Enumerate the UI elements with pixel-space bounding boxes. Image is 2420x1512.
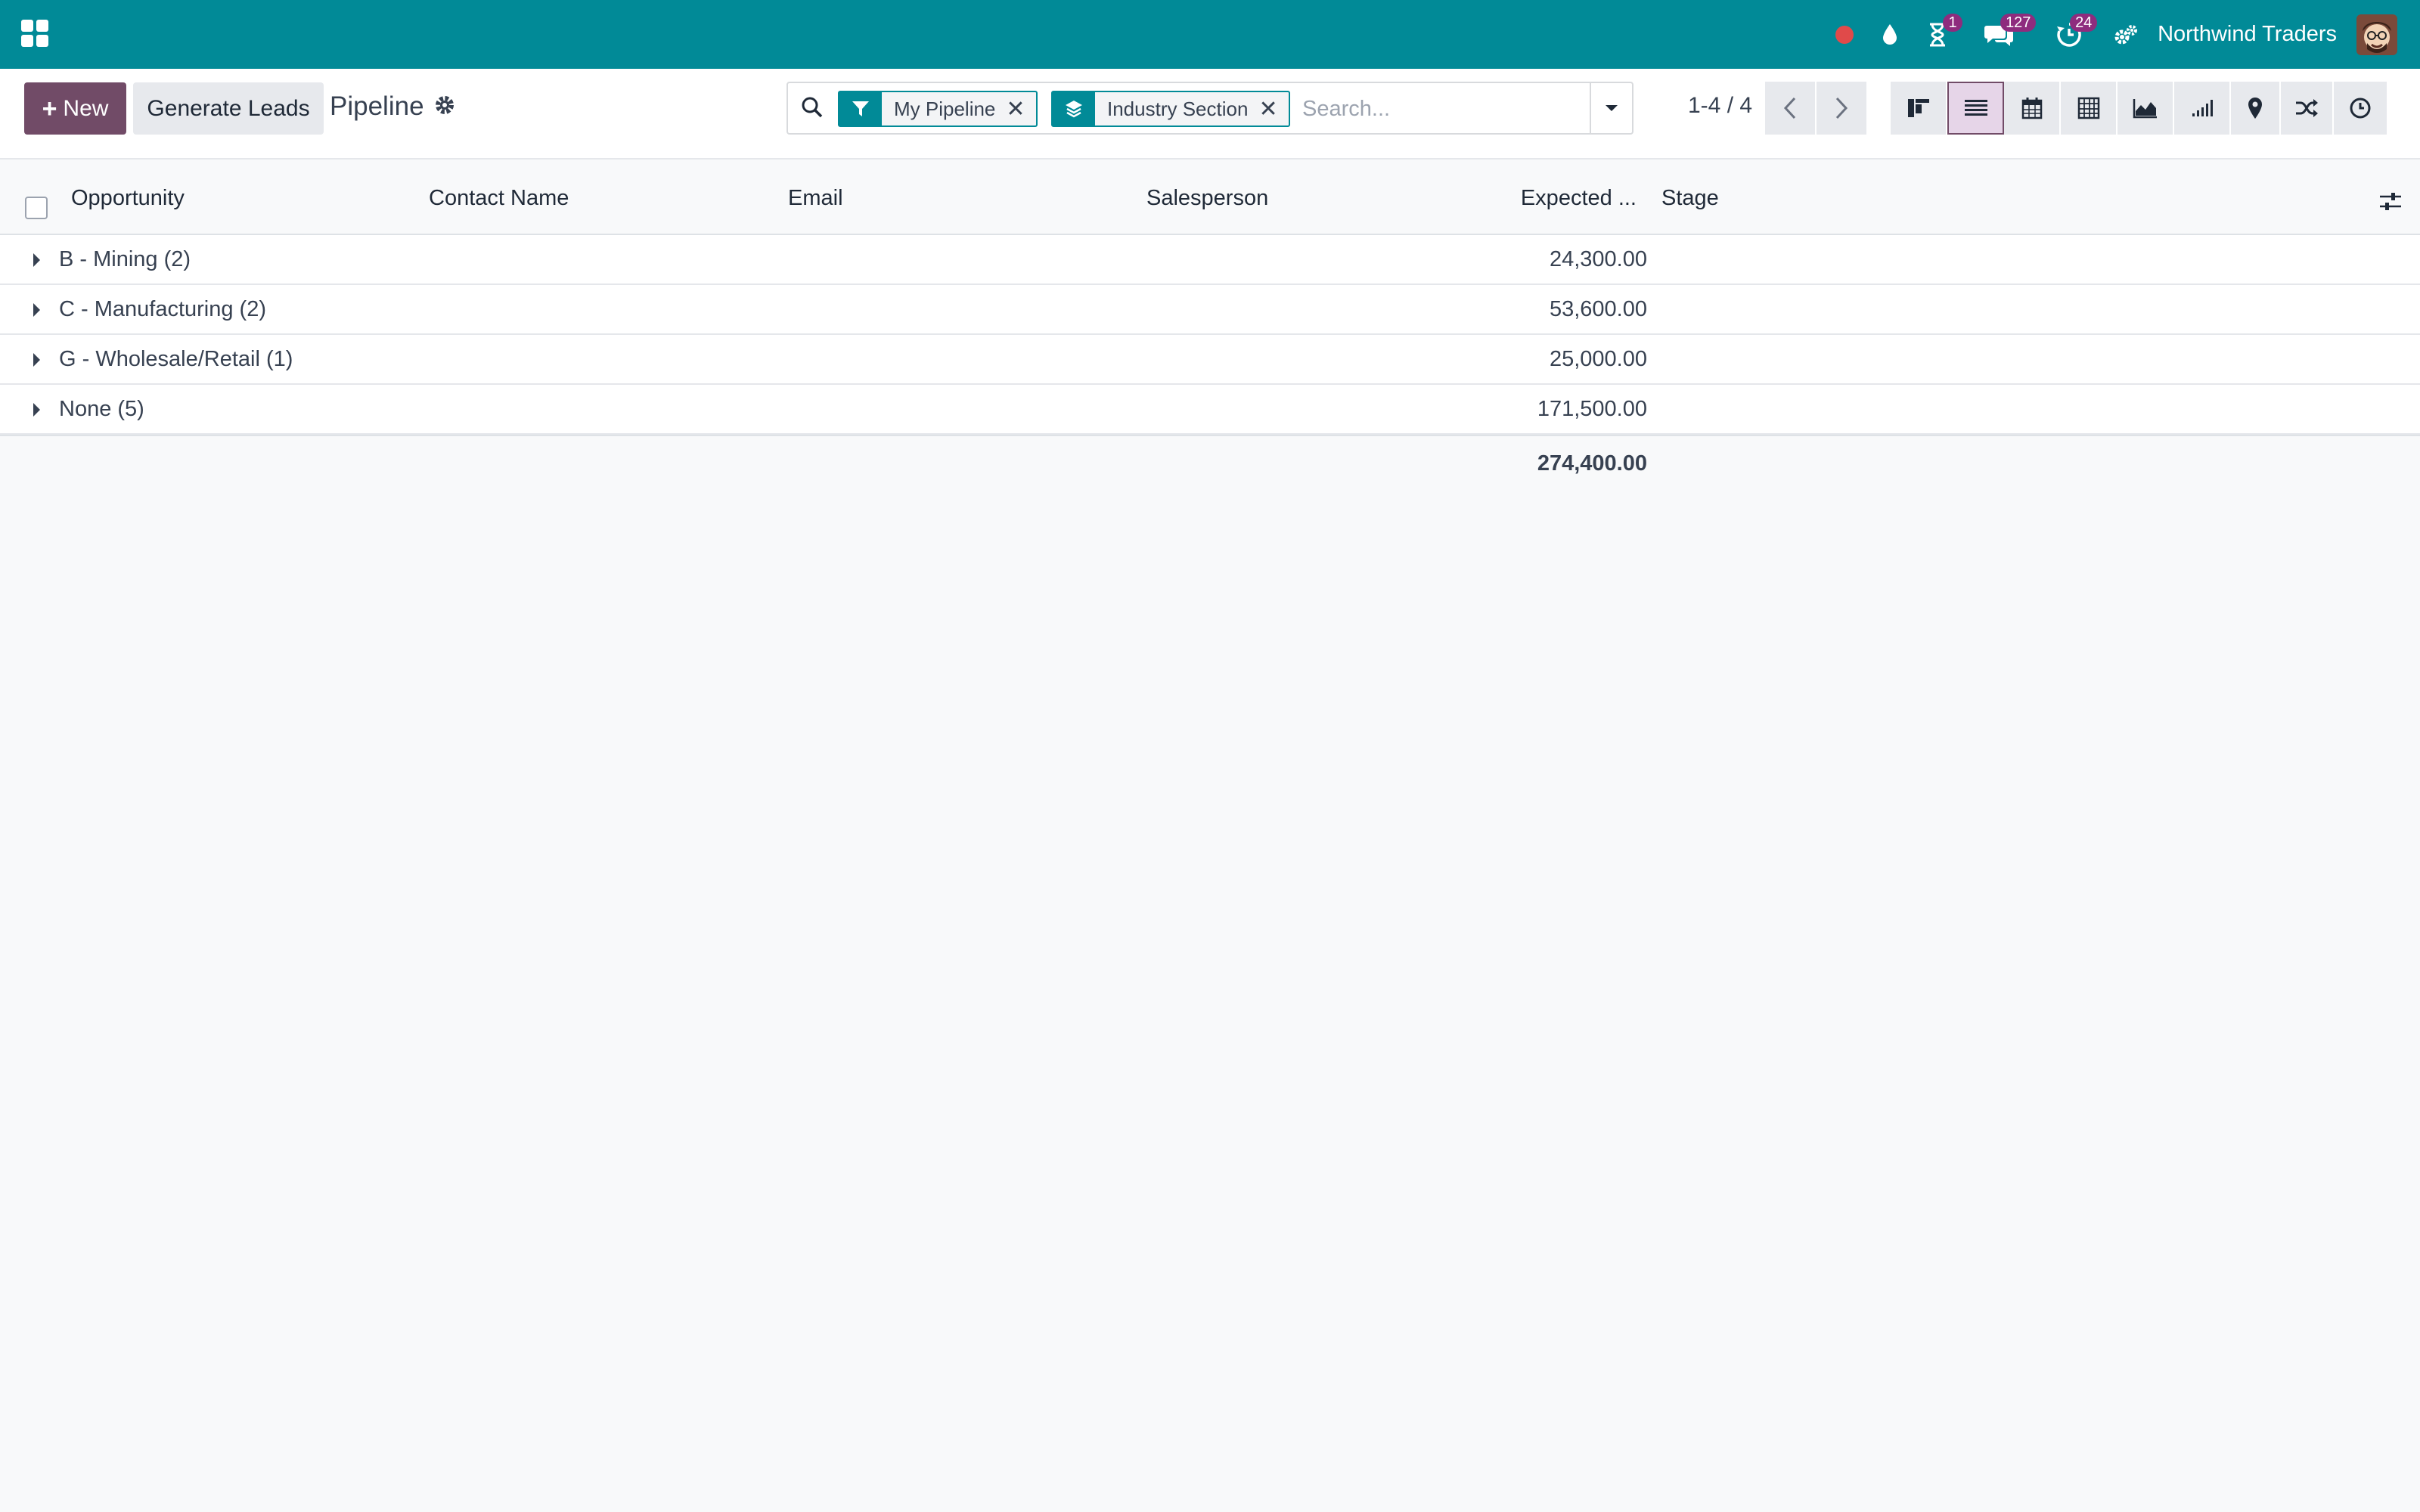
new-button[interactable]: + New (24, 82, 126, 135)
timer-badge: 24 (2070, 14, 2098, 32)
activity-badge: 1 (1943, 14, 1963, 32)
kanban-view-icon[interactable] (1891, 82, 1947, 135)
group-name: C - Manufacturing (2) (59, 297, 266, 321)
column-expected-revenue[interactable]: Expected ... (1521, 186, 1637, 211)
optional-columns-sliders-icon[interactable] (2379, 191, 2402, 218)
group-name: G - Wholesale/Retail (1) (59, 347, 293, 371)
top-navbar: 1 127 24 Northwind Traders (0, 0, 2420, 69)
search-bar: My Pipeline ✕ Industry Section ✕ (786, 82, 1634, 135)
column-contact-name[interactable]: Contact Name (429, 186, 569, 211)
view-switcher (1891, 82, 2387, 135)
pager-previous-button[interactable] (1765, 82, 1815, 135)
activity-button[interactable]: 1 (1913, 0, 1963, 69)
layers-icon (1053, 92, 1095, 125)
shuffle-icon[interactable] (2281, 82, 2334, 135)
total-expected-revenue: 274,400.00 (1537, 451, 1647, 476)
chevron-right-icon (1835, 97, 1848, 119)
select-all-checkbox[interactable] (25, 197, 48, 219)
facet-label: Industry Section (1107, 97, 1249, 120)
pager-next-button[interactable] (1817, 82, 1866, 135)
search-icon[interactable] (800, 95, 824, 125)
facet-group-by: Industry Section ✕ (1051, 91, 1290, 127)
column-opportunity[interactable]: Opportunity (71, 186, 185, 211)
caret-right-icon (33, 353, 40, 367)
group-expected-revenue: 24,300.00 (1549, 247, 1647, 271)
group-name: B - Mining (2) (59, 247, 191, 271)
column-email[interactable]: Email (788, 186, 843, 211)
apps-menu-icon[interactable] (21, 20, 48, 47)
group-expected-revenue: 53,600.00 (1549, 297, 1647, 321)
caret-right-icon (33, 303, 40, 317)
calendar-view-icon[interactable] (2004, 82, 2061, 135)
systray: 1 127 24 Northwind Traders (1822, 0, 2420, 69)
recording-indicator-icon[interactable] (1822, 0, 1867, 69)
messaging-badge: 127 (2000, 14, 2037, 32)
clock-icon[interactable] (2334, 82, 2387, 135)
group-name: None (5) (59, 397, 144, 421)
list-footer-totals: 274,400.00 (0, 435, 2420, 492)
map-marker-icon[interactable] (2231, 82, 2281, 135)
group-row[interactable]: C - Manufacturing (2) 53,600.00 (0, 285, 2420, 335)
generate-leads-button[interactable]: Generate Leads (133, 82, 324, 135)
timer-button[interactable]: 24 (2035, 0, 2103, 69)
facet-filter: My Pipeline ✕ (838, 91, 1038, 127)
new-button-label: New (63, 95, 109, 121)
group-row[interactable]: G - Wholesale/Retail (1) 25,000.00 (0, 335, 2420, 385)
column-stage[interactable]: Stage (1661, 186, 1719, 211)
switch-company-gears-icon[interactable] (2103, 0, 2149, 69)
column-salesperson[interactable]: Salesperson (1146, 186, 1268, 211)
caret-right-icon (33, 403, 40, 417)
company-name[interactable]: Northwind Traders (2149, 0, 2356, 69)
pager-value[interactable]: 1-4 / 4 (1688, 93, 1752, 119)
page-title: Pipeline (330, 91, 424, 121)
group-row[interactable]: B - Mining (2) 24,300.00 (0, 235, 2420, 285)
chevron-left-icon (1783, 97, 1796, 119)
caret-right-icon (33, 253, 40, 267)
facet-remove-icon[interactable]: ✕ (1258, 92, 1288, 125)
drop-icon[interactable] (1867, 0, 1913, 69)
facet-remove-icon[interactable]: ✕ (1006, 92, 1035, 125)
messaging-button[interactable]: 127 (1962, 0, 2037, 69)
group-expected-revenue: 25,000.00 (1549, 347, 1647, 371)
group-expected-revenue: 171,500.00 (1537, 397, 1647, 421)
control-panel: + New Generate Leads Pipeline My Pipelin… (0, 69, 2420, 160)
list-header: Opportunity Contact Name Email Salespers… (0, 160, 2420, 235)
filter-icon (839, 92, 882, 125)
search-input[interactable] (1302, 92, 1590, 125)
cohort-view-icon[interactable] (2174, 82, 2231, 135)
facet-label: My Pipeline (894, 97, 996, 120)
gear-icon[interactable] (434, 94, 455, 122)
graph-view-icon[interactable] (2118, 82, 2174, 135)
pivot-view-icon[interactable] (2061, 82, 2118, 135)
group-row[interactable]: None (5) 171,500.00 (0, 385, 2420, 435)
search-options-caret-icon[interactable] (1590, 83, 1632, 133)
plus-icon: + (42, 94, 57, 123)
user-avatar[interactable] (2356, 14, 2397, 55)
list-view: Opportunity Contact Name Email Salespers… (0, 160, 2420, 492)
list-view-icon[interactable] (1947, 82, 2004, 135)
